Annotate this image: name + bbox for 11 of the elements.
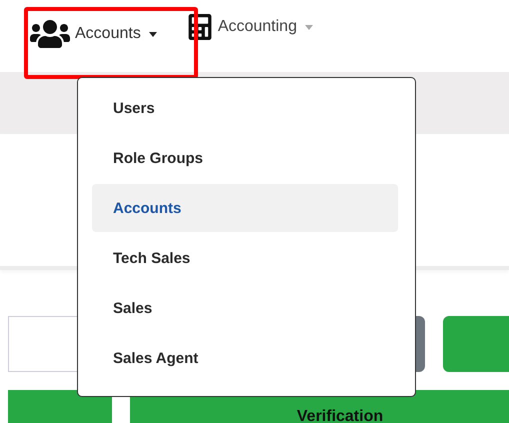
caret-icon	[148, 32, 157, 36]
caret-icon	[304, 24, 313, 30]
menu-item[interactable]: Accounts	[92, 184, 398, 232]
menu-item[interactable]: Sales Agent	[92, 334, 398, 382]
calculator-icon	[186, 14, 213, 40]
menu-item[interactable]: Sales	[92, 284, 398, 332]
menu-item[interactable]: Users	[92, 84, 398, 132]
menu-item[interactable]: Role Groups	[92, 134, 398, 182]
nav-menu[interactable]: Accounts	[30, 14, 157, 54]
nav-menu[interactable]: Accounting	[186, 14, 313, 40]
menu-item[interactable]: Tech Sales	[92, 234, 398, 282]
